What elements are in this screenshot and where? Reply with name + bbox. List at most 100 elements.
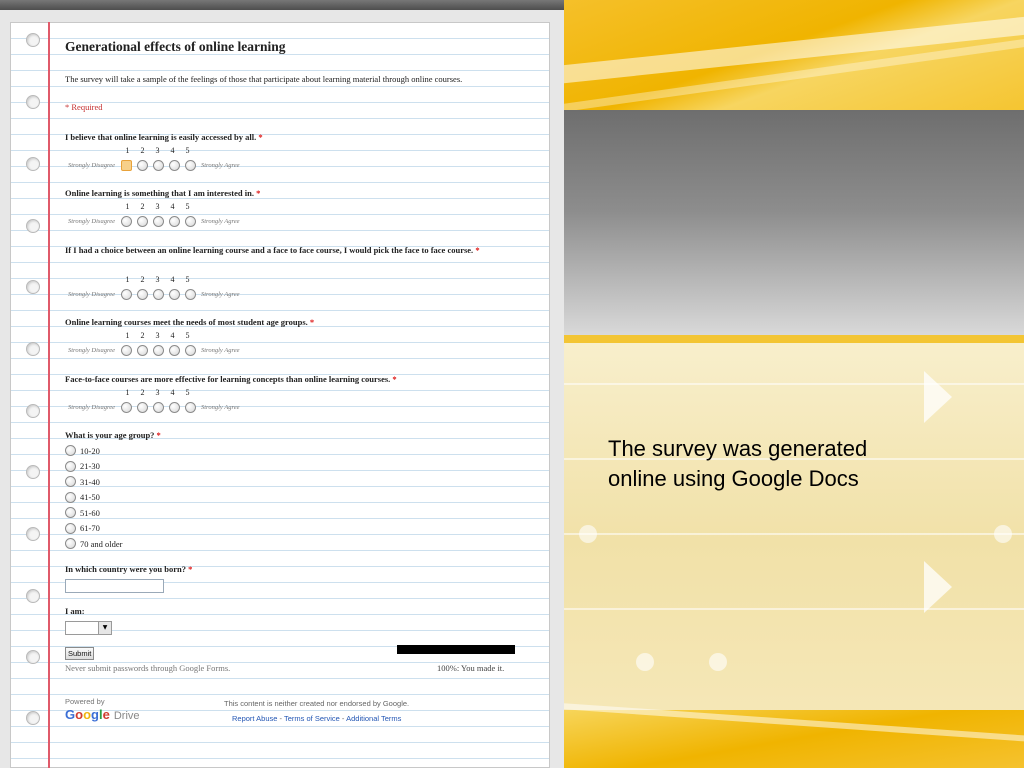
powered-by-label: Powered by xyxy=(65,697,105,706)
scale-number: 3 xyxy=(155,146,160,155)
scale-number: 5 xyxy=(185,331,190,340)
required-star: * xyxy=(156,430,161,440)
dot-icon xyxy=(636,653,654,671)
required-star: * xyxy=(475,245,480,255)
age-radio[interactable] xyxy=(65,522,76,534)
rating-radio-5[interactable] xyxy=(184,160,196,171)
question-text: Online learning is something that I am i… xyxy=(65,188,254,198)
footer-link[interactable]: Terms of Service xyxy=(284,714,340,723)
rating-radio-1[interactable] xyxy=(120,402,132,413)
binder-hole xyxy=(26,465,40,479)
rating-radio-2[interactable] xyxy=(136,345,148,356)
rating-radio-5[interactable] xyxy=(184,216,196,227)
scale-number: 3 xyxy=(155,331,160,340)
dot-icon xyxy=(579,525,597,543)
age-option-label: 61-70 xyxy=(80,523,100,533)
margin-line xyxy=(48,22,50,768)
rating-row: Strongly Disagree Strongly Agree xyxy=(68,216,240,227)
rating-radio-2[interactable] xyxy=(136,289,148,300)
binder-hole xyxy=(26,711,40,725)
question-5: Face-to-face courses are more effective … xyxy=(65,371,515,387)
age-option[interactable]: 31-40 xyxy=(65,476,100,487)
rating-radio-2[interactable] xyxy=(136,216,148,227)
required-star: * xyxy=(309,317,315,327)
required-star: * xyxy=(392,374,397,384)
scale-numbers: 1 2 3 4 5 xyxy=(120,331,195,340)
rating-radio-5[interactable] xyxy=(184,345,196,356)
drive-label: Drive xyxy=(113,710,140,722)
rating-radio-4[interactable] xyxy=(168,160,180,171)
footer-link[interactable]: Report Abuse xyxy=(232,714,277,723)
age-option[interactable]: 70 and older xyxy=(65,538,123,549)
yellow-stripe xyxy=(564,335,1024,343)
scale-number: 1 xyxy=(125,331,130,340)
age-option-label: 21-30 xyxy=(80,461,100,471)
chevron-down-icon[interactable]: ▼ xyxy=(98,622,111,634)
age-option[interactable]: 10-20 xyxy=(65,445,100,456)
rating-radio-2[interactable] xyxy=(136,160,148,171)
rating-radio-1[interactable] xyxy=(120,289,132,300)
age-radio[interactable] xyxy=(65,460,76,472)
strongly-agree-label: Strongly Agree xyxy=(201,162,240,169)
rating-radio-3[interactable] xyxy=(152,402,164,413)
age-option[interactable]: 61-70 xyxy=(65,522,100,534)
rating-radio-4[interactable] xyxy=(168,289,180,300)
scale-numbers: 1 2 3 4 5 xyxy=(120,202,195,211)
scale-number: 3 xyxy=(155,388,160,397)
rating-row: Strongly Disagree Strongly Agree xyxy=(68,345,240,356)
question-text: Face-to-face courses are more effective … xyxy=(65,374,391,384)
binder-hole xyxy=(26,157,40,171)
light-panel xyxy=(564,343,1024,738)
strongly-agree-label: Strongly Agree xyxy=(201,404,240,411)
age-radio[interactable] xyxy=(65,491,76,503)
google-drive-logo[interactable]: Google Drive xyxy=(65,707,140,722)
scale-number: 2 xyxy=(140,388,145,397)
rating-radio-3[interactable] xyxy=(152,345,164,356)
scale-number: 5 xyxy=(185,275,190,284)
dot-icon xyxy=(709,653,727,671)
submit-button[interactable]: Submit xyxy=(65,647,95,660)
age-question-text: What is your age group? * xyxy=(65,427,515,443)
scale-number: 1 xyxy=(125,275,130,284)
age-radio[interactable] xyxy=(65,476,76,487)
age-radio[interactable] xyxy=(65,507,76,518)
caption-line-2: online using Google Docs xyxy=(608,466,859,491)
rating-radio-3[interactable] xyxy=(152,160,164,171)
footer-link[interactable]: Additional Terms xyxy=(346,714,401,723)
rating-radio-2[interactable] xyxy=(136,402,148,413)
form-screenshot: Generational effects of online learning … xyxy=(0,0,564,768)
binder-hole xyxy=(26,589,40,603)
scale-number: 4 xyxy=(170,388,175,397)
rating-radio-4[interactable] xyxy=(168,402,180,413)
age-option[interactable]: 51-60 xyxy=(65,507,100,518)
age-option[interactable]: 41-50 xyxy=(65,491,100,503)
scale-number: 5 xyxy=(185,388,190,397)
age-option[interactable]: 21-30 xyxy=(65,460,100,472)
rating-radio-5[interactable] xyxy=(184,402,196,413)
rating-row: Strongly Disagree Strongly Agree xyxy=(68,402,240,413)
binder-hole xyxy=(26,219,40,233)
rating-radio-1[interactable] xyxy=(120,345,132,356)
rating-radio-4[interactable] xyxy=(168,345,180,356)
scale-numbers: 1 2 3 4 5 xyxy=(120,275,195,284)
country-input[interactable] xyxy=(65,579,164,593)
google-logo-text: Google xyxy=(65,707,110,722)
age-radio[interactable] xyxy=(65,538,76,549)
required-note: * Required xyxy=(65,102,103,112)
disclaimer-text: This content is neither created nor endo… xyxy=(224,699,410,708)
rating-radio-1[interactable] xyxy=(120,160,132,171)
age-radio[interactable] xyxy=(65,445,76,456)
footer-links: Report Abuse - Terms of Service - Additi… xyxy=(232,714,402,723)
progress-text: 100%: You made it. xyxy=(437,663,505,673)
age-option-label: 41-50 xyxy=(80,492,100,502)
rating-radio-1[interactable] xyxy=(120,216,132,227)
rating-radio-4[interactable] xyxy=(168,216,180,227)
strongly-disagree-label: Strongly Disagree xyxy=(68,347,115,354)
rating-radio-5[interactable] xyxy=(184,289,196,300)
browser-top-bar xyxy=(0,0,564,10)
rating-radio-3[interactable] xyxy=(152,289,164,300)
iam-select[interactable]: ▼ xyxy=(65,621,112,635)
rating-radio-3[interactable] xyxy=(152,216,164,227)
gray-band xyxy=(564,110,1024,335)
rating-row: Strongly Disagree Strongly Agree xyxy=(68,160,240,171)
